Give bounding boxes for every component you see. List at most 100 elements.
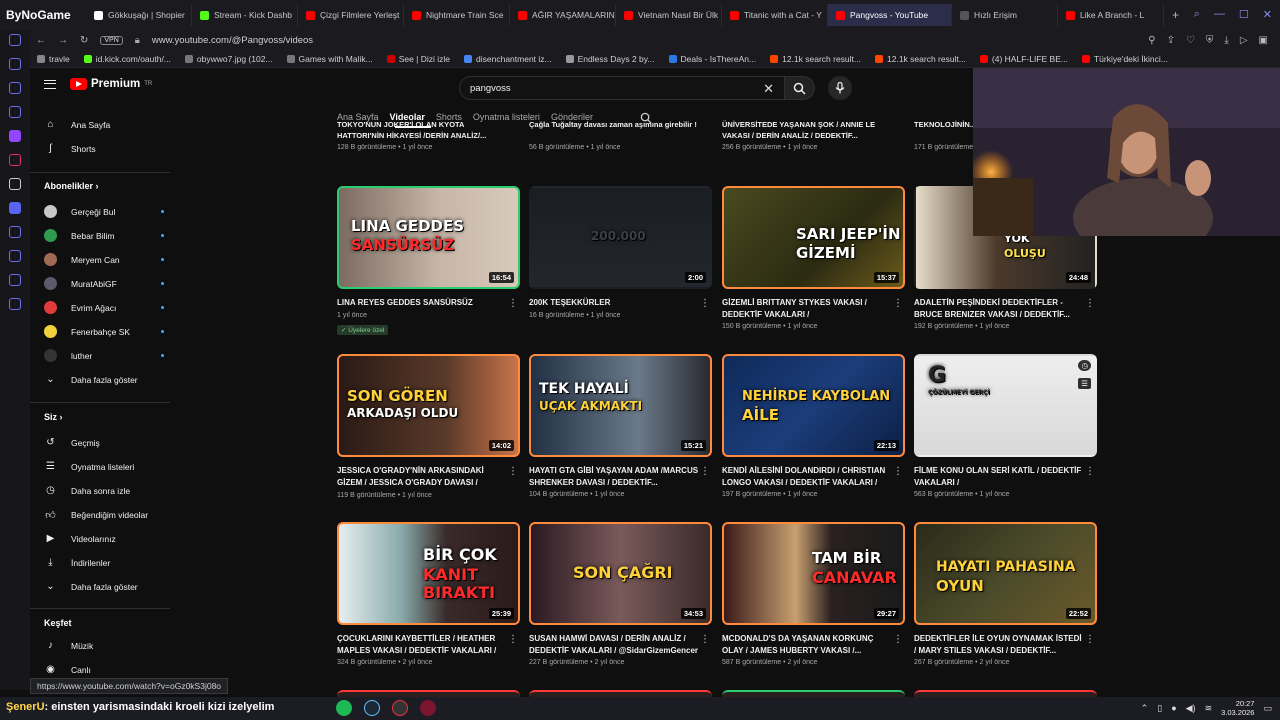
more-options-icon[interactable]: ⋮ [1085, 634, 1095, 645]
zoom-icon[interactable]: ⚲ [1148, 35, 1155, 46]
video-card[interactable]: SON GÖREN ARKADAŞI OLDU 14:02 JESSICA O'GRA… [337, 354, 520, 499]
more-options-icon[interactable]: ⋮ [700, 634, 710, 645]
browser-tab[interactable]: Titanic with a Cat - Y [722, 4, 828, 26]
browser-tab[interactable]: Çizgi Filmlere Yerleşt [298, 4, 404, 26]
address-field[interactable]: www.youtube.com/@Pangvoss/videos [152, 35, 313, 46]
spotify-icon[interactable] [336, 700, 352, 716]
video-card-partial[interactable]: TOKYO'NUN JOKER'İ OLAN KYOTA HATTORI'NİN… [337, 120, 507, 153]
clear-search-icon[interactable]: ✕ [763, 81, 774, 97]
video-thumbnail[interactable]: 200.000 2:00 [529, 186, 712, 289]
bookmark-item[interactable]: Endless Days 2 by... [559, 54, 662, 64]
video-thumbnail[interactable]: BİR ÇOK KANIT BIRAKTI 25:39 [337, 522, 520, 625]
browser-tab[interactable]: Like A Branch - L [1058, 4, 1164, 26]
video-card[interactable]: TEK HAYALİ UÇAK AKMAKTI 15:21 HAYATI GTA Gİ… [529, 354, 712, 498]
video-thumbnail[interactable]: SON ÇAĞRI 34:53 [529, 522, 712, 625]
video-title[interactable]: ÇOCUKLARINI KAYBETTİLER / HEATHER MAPLES… [337, 633, 507, 656]
video-thumbnail[interactable]: TAM BİR CANAVAR 29:27 [722, 522, 905, 625]
bookmark-item[interactable]: obywwo7.jpg (102... [178, 54, 280, 64]
video-title[interactable]: LINA REYES GEDDES SANSÜRSÜZ [337, 297, 507, 309]
sidebar-item[interactable]: ⌂ Ana Sayfa [44, 118, 164, 131]
video-card[interactable]: BİR ÇOK KANIT BIRAKTI 25:39 ÇOCUKLARINI KAY… [337, 522, 520, 666]
vpn-badge[interactable]: VPN [100, 35, 123, 45]
video-title[interactable]: 200K TEŞEKKÜRLER [529, 297, 699, 309]
video-title[interactable]: ADALETİN PEŞİNDEKİ DEDEKTİFLER - BRUCE B… [914, 297, 1084, 320]
sidebar-item[interactable]: ↺ Geçmiş [44, 436, 164, 449]
video-title[interactable]: DEDEKTİFLER İLE OYUN OYNAMAK İSTEDİ / MA… [914, 633, 1084, 656]
video-title[interactable]: FİLME KONU OLAN SERİ KATİL / DEDEKTİF VA… [914, 465, 1084, 488]
tray-arrow-icon[interactable]: ⌃ [1141, 703, 1149, 714]
sidebar-history-icon[interactable] [9, 250, 21, 262]
video-card[interactable]: G ÇÖZÜLMEYİ GERÇİ ◷ ☰ FİLME KONU OLAN SERİ K… [914, 354, 1097, 498]
sidebar-box-icon[interactable] [9, 82, 21, 94]
video-card[interactable]: SARI JEEP'İN GİZEMİ 15:37 GİZEMLİ BRITTANY … [722, 186, 905, 330]
watch-later-icon[interactable]: ◷ [1078, 360, 1091, 371]
video-card-partial[interactable]: Çağla Tuğaltay davası zaman aşımına gire… [529, 120, 699, 153]
video-card[interactable]: NEHİRDE KAYBOLAN AİLE 22:13 KENDİ AİLESİNİ … [722, 354, 905, 498]
browser-tab[interactable]: Gökkuşağı | Shopier [86, 4, 192, 26]
video-thumbnail[interactable]: NEHİRDE KAYBOLAN AİLE 22:13 [722, 354, 905, 457]
discord-icon[interactable] [9, 202, 21, 214]
video-card-partial[interactable]: ÜNİVERSİTEDE YAŞANAN ŞOK / ANNIE LE VAKA… [722, 120, 892, 153]
more-options-icon[interactable]: ⋮ [508, 298, 518, 309]
instagram-icon[interactable] [9, 154, 21, 166]
video-title[interactable]: JESSICA O'GRADY'NİN ARKASINDAKİ GİZEM / … [337, 465, 507, 489]
more-options-icon[interactable]: ⋮ [700, 298, 710, 309]
voice-search-button[interactable] [828, 76, 852, 100]
sidebar-m-icon[interactable] [9, 106, 21, 118]
more-options-icon[interactable]: ⋮ [1085, 466, 1095, 477]
search-input[interactable]: pangvoss ✕ [459, 76, 785, 100]
next-row-thumbnail[interactable] [337, 690, 520, 697]
video-title[interactable]: GİZEMLİ BRITTANY STYKES VAKASI / DEDEKTİ… [722, 297, 892, 320]
more-options-icon[interactable]: ⋮ [893, 298, 903, 309]
sidebar-item[interactable]: Evrim Ağacı [44, 301, 164, 314]
bookmark-item[interactable]: 12.1k search result... [763, 54, 868, 64]
opera-icon[interactable] [420, 700, 436, 716]
add-to-queue-icon[interactable]: ☰ [1078, 378, 1091, 389]
more-options-icon[interactable]: ⋮ [700, 466, 710, 477]
more-options-icon[interactable]: ⋮ [893, 466, 903, 477]
battery-icon[interactable]: ▯ [1157, 703, 1162, 714]
x-icon[interactable] [9, 178, 21, 190]
sidebar-messenger-icon[interactable] [9, 58, 21, 70]
video-card[interactable]: HAYATI PAHASINA OYUN 22:52 DEDEKTİFLER İLE … [914, 522, 1097, 666]
minimize-button[interactable]: — [1214, 8, 1225, 21]
search-button[interactable] [785, 76, 815, 100]
more-options-icon[interactable]: ⋮ [893, 634, 903, 645]
next-row-thumbnail[interactable] [914, 690, 1097, 697]
bookmark-item[interactable]: Deals - IsThereAn... [662, 54, 764, 64]
sidebar-item[interactable]: ʃ Shorts [44, 142, 164, 155]
mic-tray-icon[interactable]: ● [1171, 703, 1176, 713]
wallet-icon[interactable]: ▣ [1259, 35, 1268, 46]
sidebar-item[interactable]: ◷ Daha sonra izle [44, 484, 164, 497]
sidebar-player-icon[interactable] [9, 226, 21, 238]
bookmark-icon[interactable]: ♡ [1186, 35, 1195, 46]
obs-icon[interactable] [392, 700, 408, 716]
back-icon[interactable]: ← [36, 35, 46, 46]
browser-tab[interactable]: Vietnam Nasıl Bir Ülk [616, 4, 722, 26]
sidebar-item[interactable]: ♪ Müzik [44, 639, 164, 652]
shield-icon[interactable]: ⛨ [1206, 35, 1214, 46]
maximize-button[interactable]: ☐ [1239, 8, 1249, 21]
sidebar-extensions-icon[interactable] [9, 274, 21, 286]
menu-icon[interactable] [44, 79, 56, 89]
video-thumbnail[interactable]: SON GÖREN ARKADAŞI OLDU 14:02 [337, 354, 520, 457]
youtube-logo[interactable]: Premium TR [70, 78, 152, 90]
you-header[interactable]: Siz › [44, 412, 63, 422]
video-card[interactable]: SON ÇAĞRI 34:53 SUSAN HAMWİ DAVASI / DERİN… [529, 522, 712, 666]
browser-tab[interactable]: Nightmare Train Sce [404, 4, 510, 26]
sidebar-item[interactable]: ▶ Videolarınız [44, 532, 164, 545]
wifi-icon[interactable]: ≋ [1205, 703, 1213, 714]
sidebar-clock-icon[interactable] [9, 34, 21, 46]
share-icon[interactable]: ⇪ [1167, 35, 1175, 46]
video-thumbnail[interactable]: LINA GEDDES SANSÜRSÜZ 16:54 [337, 186, 520, 289]
play-icon[interactable]: ▷ [1240, 35, 1248, 46]
video-card[interactable]: 200.000 2:00 200K TEŞEKKÜRLER 16 B görüntül… [529, 186, 712, 319]
sidebar-item[interactable]: ☰ Oynatma listeleri [44, 460, 164, 473]
bookmark-item[interactable]: 12.1k search result... [868, 54, 973, 64]
volume-icon[interactable]: ◀) [1186, 703, 1196, 714]
bookmark-item[interactable]: See | Dizi izle [380, 54, 457, 64]
sidebar-item[interactable]: Fenerbahçe SK [44, 325, 164, 338]
sidebar-item[interactable]: ⌄ Daha fazla göster [44, 580, 164, 593]
more-options-icon[interactable]: ⋮ [1085, 298, 1095, 309]
sidebar-item[interactable]: 👍︎ Beğendiğim videolar [44, 508, 164, 521]
